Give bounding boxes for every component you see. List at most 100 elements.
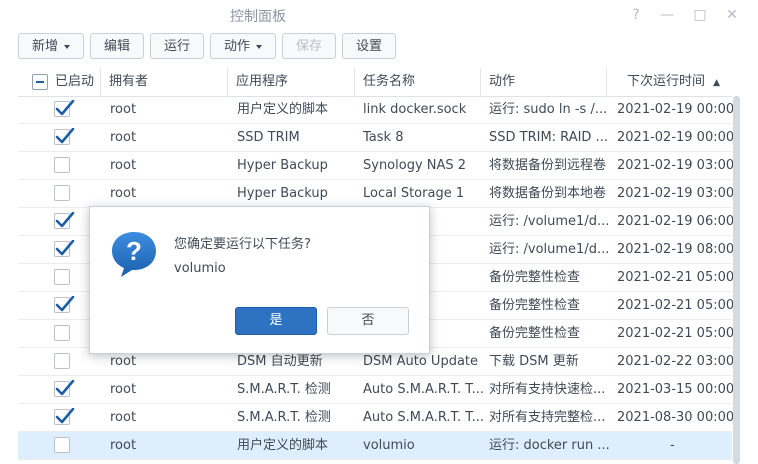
table-header: 已启动 拥有者 应用程序 任务名称 动作 下次运行时间 ▲ [18,68,732,97]
cell-task: Auto S.M.A.R.T. T... [363,410,485,425]
cell-action: 备份完整性检查 [489,270,581,285]
cell-next-run: 2021-02-22 03:00 [617,354,735,369]
cell-next-run: 2021-02-21 05:00 [617,326,735,341]
enabled-checkbox[interactable] [54,353,70,369]
enabled-checkbox[interactable] [54,437,70,453]
sort-ascending-icon: ▲ [713,78,721,88]
maximize-icon[interactable]: □ [689,4,711,26]
cell-action: 运行: /volume1/d... [489,214,610,229]
enabled-checkbox[interactable] [54,325,70,341]
checkmark-icon [55,380,75,396]
enabled-checkbox[interactable] [54,128,75,145]
dialog-task-name: volumio [174,261,226,276]
header-app[interactable]: 应用程序 [228,68,355,96]
cell-next-run: 2021-02-21 05:00 [617,270,735,285]
cell-action: 运行: docker run ... [489,438,610,453]
header-enabled[interactable]: 已启动 [18,68,101,96]
enabled-checkbox[interactable] [54,296,75,313]
header-owner[interactable]: 拥有者 [101,68,228,96]
enabled-checkbox[interactable] [54,240,75,257]
table-row[interactable]: root 用户定义的脚本 link docker.sock 运行: sudo ln -… [18,96,735,124]
enabled-checkbox[interactable] [54,408,75,425]
cell-next-run: 2021-02-19 03:00 [617,186,735,201]
minimize-icon[interactable]: — [656,4,678,26]
dash-icon [36,81,44,83]
enabled-checkbox[interactable] [54,380,75,397]
table-row[interactable]: root SSD TRIM Task 8 SSD TRIM: RAID ... 2021… [18,124,734,152]
cell-action: 运行: /volume1/d... [489,242,610,257]
yes-button[interactable]: 是 [235,307,317,335]
header-next-run-label: 下次运行时间 [627,74,706,89]
settings-button[interactable]: 设置 [342,33,396,59]
header-task[interactable]: 任务名称 [355,68,481,96]
table-row[interactable]: root Hyper Backup Synology NAS 2 将数据备份到远程卷 2… [18,152,735,180]
enabled-checkbox[interactable] [54,100,75,117]
chevron-down-icon [64,44,70,49]
cell-owner: root [110,410,137,425]
enabled-checkbox[interactable] [54,269,70,285]
help-icon[interactable]: ? [625,4,647,26]
cell-app: S.M.A.R.T. 检测 [237,410,331,425]
cell-action: 对所有支持快速检... [489,382,606,397]
cell-action: 运行: sudo ln -s /... [489,102,608,117]
table-row[interactable]: root 用户定义的脚本 volumio 运行: docker run ... - [18,432,732,460]
checkmark-icon [55,408,75,424]
checkmark-icon [55,240,75,256]
save-button[interactable]: 保存 [282,33,336,59]
cell-owner: root [110,102,137,117]
cell-task: Synology NAS 2 [363,158,467,173]
new-button[interactable]: 新增 [18,33,84,59]
header-next-run[interactable]: 下次运行时间 ▲ [607,68,732,96]
cell-action: 将数据备份到远程卷 [489,158,607,173]
cell-next-run: 2021-02-21 05:00 [617,298,735,313]
cell-app: SSD TRIM [237,130,300,145]
toolbar: 新增 编辑 运行 动作 保存 设置 [0,30,758,66]
enabled-checkbox[interactable] [54,212,75,229]
cell-app: 用户定义的脚本 [237,102,329,117]
cell-task: Auto S.M.A.R.T. T... [363,382,485,397]
chevron-down-icon [256,44,262,49]
question-icon: ? [112,232,156,277]
title-bar: 控制面板 ? — □ ✕ [0,0,758,30]
vertical-scrollbar[interactable] [733,96,740,464]
header-enabled-label: 已启动 [55,74,95,89]
cell-app: 用户定义的脚本 [237,438,329,453]
cell-next-run: - [670,438,675,453]
run-button[interactable]: 运行 [150,33,204,59]
action-button[interactable]: 动作 [210,33,276,59]
cell-action: 备份完整性检查 [489,326,581,341]
cell-action: 将数据备份到本地卷 [489,186,607,201]
cell-owner: root [110,186,137,201]
cell-owner: root [110,382,137,397]
checkmark-icon [55,128,75,144]
new-button-label: 新增 [31,39,58,54]
cell-owner: root [110,158,137,173]
cell-owner: root [110,438,137,453]
cell-action: SSD TRIM: RAID ... [489,130,608,145]
cell-task: link docker.sock [363,102,467,117]
dialog-message: 您确定要运行以下任务? [174,237,311,252]
cell-task: Local Storage 1 [363,186,465,201]
no-button[interactable]: 否 [327,307,409,335]
cell-next-run: 2021-03-15 00:00 [617,382,735,397]
svg-text:?: ? [126,236,142,266]
select-all-checkbox[interactable] [32,74,48,90]
cell-next-run: 2021-02-19 03:00 [617,158,735,173]
cell-next-run: 2021-02-19 06:00 [617,214,735,229]
checkmark-icon [55,212,75,228]
close-icon[interactable]: ✕ [721,4,743,26]
enabled-checkbox[interactable] [54,185,70,201]
table-row[interactable]: root Hyper Backup Local Storage 1 将数据备份到本地卷… [18,180,735,208]
cell-action: 对所有支持完整检... [489,410,606,425]
cell-next-run: 2021-02-19 08:00 [617,242,735,257]
enabled-checkbox[interactable] [54,157,70,173]
checkmark-icon [55,296,75,312]
edit-button[interactable]: 编辑 [90,33,144,59]
cell-next-run: 2021-02-19 00:00 [617,102,735,117]
cell-action: 备份完整性检查 [489,298,581,313]
table-row[interactable]: root S.M.A.R.T. 检测 Auto S.M.A.R.T. T... 对所有… [18,404,734,432]
table-row[interactable]: root S.M.A.R.T. 检测 Auto S.M.A.R.T. T... 对所有… [18,376,735,404]
cell-owner: root [110,130,137,145]
confirm-dialog: ? 您确定要运行以下任务? volumio 是 否 [89,206,430,354]
header-action[interactable]: 动作 [481,68,607,96]
